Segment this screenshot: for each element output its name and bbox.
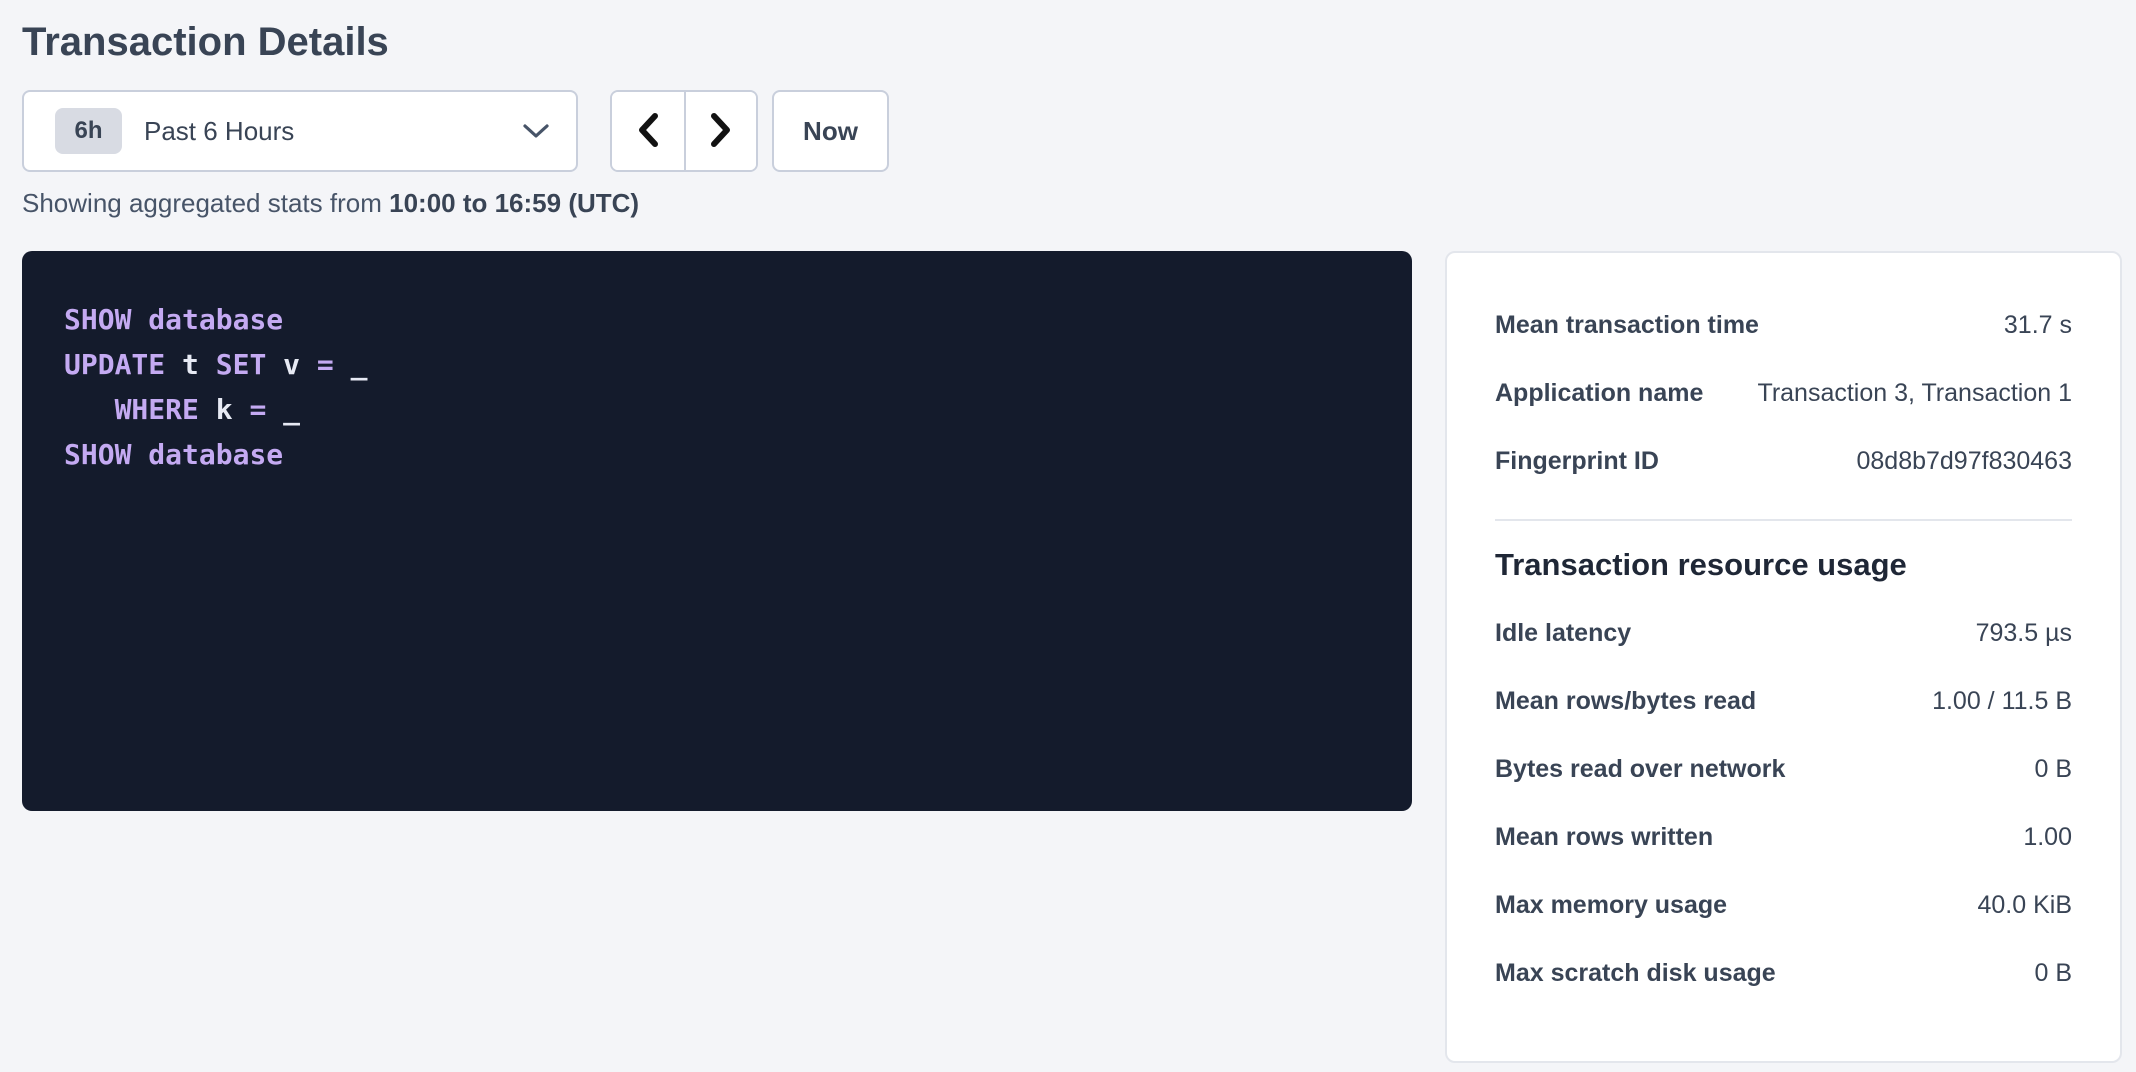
summary-value: 08d8b7d97f830463 <box>1856 447 2072 476</box>
sql-statement-box: SHOW database UPDATE t SET v = _ WHERE k… <box>22 251 1412 811</box>
summary-row: Mean rows written 1.00 <box>1447 803 2120 871</box>
sql-identifier-token <box>64 393 115 426</box>
sql-keyword-token: SHOW <box>64 438 131 471</box>
stats-caption-range: 10:00 to 16:59 (UTC) <box>389 188 639 218</box>
time-range-badge: 6h <box>55 108 122 154</box>
sql-keyword-token: UPDATE <box>64 348 165 381</box>
page-title: Transaction Details <box>22 18 2122 66</box>
summary-value: 1.00 / 11.5 B <box>1932 687 2072 716</box>
sql-identifier-token: v <box>266 348 317 381</box>
sql-identifier-token: _ <box>334 348 368 381</box>
time-shift-button-group <box>610 90 758 172</box>
sql-keyword-token: database <box>148 303 283 336</box>
summary-value: 793.5 µs <box>1976 619 2072 648</box>
summary-label: Fingerprint ID <box>1495 447 1659 476</box>
time-range-label: Past 6 Hours <box>144 116 294 147</box>
sql-identifier-token: t <box>165 348 216 381</box>
sql-keyword-token: SET <box>216 348 267 381</box>
summary-row: Idle latency 793.5 µs <box>1447 599 2120 667</box>
summary-row: Mean transaction time 31.7 s <box>1447 291 2120 359</box>
resource-usage-heading: Transaction resource usage <box>1495 545 2072 585</box>
sql-identifier-token: _ <box>266 393 300 426</box>
summary-value: 0 B <box>2034 959 2072 988</box>
transaction-details-page: Transaction Details 6h Past 6 Hours <box>0 0 2136 1063</box>
summary-label: Mean rows written <box>1495 823 1713 852</box>
chevron-left-icon <box>636 112 660 151</box>
sql-keyword-token: = <box>249 393 266 426</box>
sql-identifier-token <box>131 438 148 471</box>
transaction-summary-card: Mean transaction time 31.7 s Application n… <box>1445 251 2122 1063</box>
summary-label: Bytes read over network <box>1495 755 1785 784</box>
summary-value: 40.0 KiB <box>1977 891 2072 920</box>
sql-keyword-token: WHERE <box>115 393 199 426</box>
summary-row: Mean rows/bytes read 1.00 / 11.5 B <box>1447 667 2120 735</box>
card-divider <box>1495 519 2072 521</box>
next-time-button[interactable] <box>684 92 756 170</box>
summary-row: Fingerprint ID 08d8b7d97f830463 <box>1447 427 2120 495</box>
sql-keyword-token: SHOW <box>64 303 131 336</box>
summary-label: Mean rows/bytes read <box>1495 687 1756 716</box>
summary-value: 1.00 <box>2023 823 2072 852</box>
aggregated-stats-caption: Showing aggregated stats from 10:00 to 1… <box>22 188 2122 219</box>
time-controls-row: 6h Past 6 Hours <box>22 90 2122 172</box>
sql-identifier-token <box>131 303 148 336</box>
summary-label: Idle latency <box>1495 619 1631 648</box>
chevron-down-icon <box>522 123 550 139</box>
summary-row: Max scratch disk usage 0 B <box>1447 939 2120 1007</box>
sql-keyword-token: database <box>148 438 283 471</box>
summary-label: Application name <box>1495 379 1703 408</box>
stats-caption-prefix: Showing aggregated stats from <box>22 188 389 218</box>
time-range-dropdown[interactable]: 6h Past 6 Hours <box>22 90 578 172</box>
sql-statement-text: SHOW database UPDATE t SET v = _ WHERE k… <box>64 297 1382 477</box>
resource-usage-rows: Idle latency 793.5 µs Mean rows/bytes read… <box>1447 599 2120 1007</box>
summary-value: Transaction 3, Transaction 1 <box>1757 379 2072 408</box>
sql-keyword-token: = <box>317 348 334 381</box>
summary-value: 0 B <box>2034 755 2072 784</box>
chevron-right-icon <box>709 112 733 151</box>
summary-label: Max scratch disk usage <box>1495 959 1776 988</box>
summary-row: Bytes read over network 0 B <box>1447 735 2120 803</box>
summary-row: Application name Transaction 3, Transacti… <box>1447 359 2120 427</box>
summary-top-rows: Mean transaction time 31.7 s Application n… <box>1447 291 2120 495</box>
sql-identifier-token: k <box>199 393 250 426</box>
details-main-row: SHOW database UPDATE t SET v = _ WHERE k… <box>22 251 2122 1063</box>
summary-value: 31.7 s <box>2004 311 2072 340</box>
now-button[interactable]: Now <box>772 90 889 172</box>
summary-row: Max memory usage 40.0 KiB <box>1447 871 2120 939</box>
summary-label: Max memory usage <box>1495 891 1727 920</box>
summary-label: Mean transaction time <box>1495 311 1759 340</box>
previous-time-button[interactable] <box>612 92 684 170</box>
